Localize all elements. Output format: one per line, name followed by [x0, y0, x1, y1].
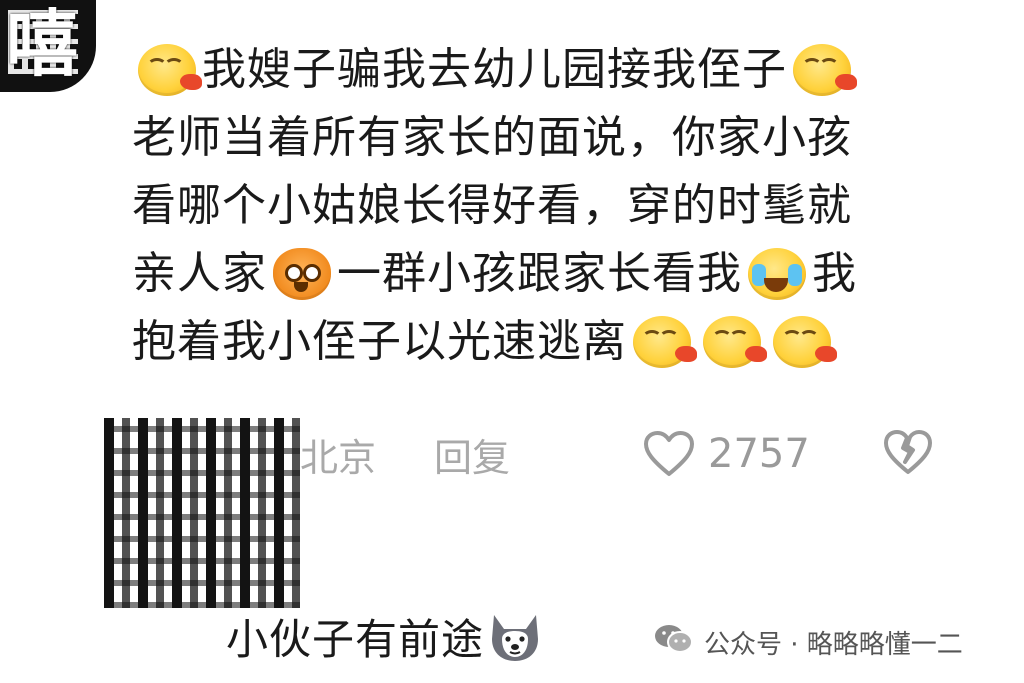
- comment-text: 我嫂子骗我去幼儿园接我侄子: [202, 44, 787, 95]
- laugh-tongue-icon: [703, 316, 767, 368]
- reply-text: 小伙子有前途: [226, 614, 485, 664]
- heart-outline-icon[interactable]: [642, 430, 696, 478]
- comment-line-1: 我嫂子骗我去幼儿园接我侄子: [132, 36, 962, 104]
- comment-text: 老师当着所有家长的面说，你家小孩: [132, 112, 852, 163]
- broken-heart-icon[interactable]: [882, 428, 934, 480]
- like-button[interactable]: 2757: [642, 422, 810, 486]
- reply-button[interactable]: 回复: [434, 427, 510, 482]
- comment-body: 我嫂子骗我去幼儿园接我侄子 老师当着所有家长的面说，你家小孩 看哪个小姑娘长得好…: [132, 36, 962, 376]
- censored-avatar-top: 嘻: [0, 0, 96, 92]
- censored-avatar-reply: [104, 418, 300, 608]
- comment-meta-row: 北京 回复 2757: [300, 422, 960, 486]
- laugh-tongue-icon: [773, 316, 837, 368]
- comment-text: 抱着我小侄子以光速逃离: [132, 316, 627, 367]
- comment-text: 我: [812, 248, 857, 299]
- screenshot-page: 嘻 我嫂子骗我去幼儿园接我侄子 老师当着所有家长的面说，你家小孩 看哪个小姑娘长…: [0, 0, 1024, 683]
- comment-line-4: 亲人家 一群小孩跟家长看我 我: [132, 240, 962, 308]
- comment-line-3: 看哪个小姑娘长得好看，穿的时髦就: [132, 172, 962, 240]
- watermark-text: 公众号 · 略略略懂一二: [704, 629, 963, 660]
- wechat-icon: [654, 623, 694, 662]
- comment-text: 一群小孩跟家长看我: [337, 248, 742, 299]
- like-count: 2757: [708, 431, 810, 477]
- laugh-tongue-icon: [793, 44, 857, 96]
- comment-text: 亲人家: [132, 248, 267, 299]
- comment-line-2: 老师当着所有家长的面说，你家小孩: [132, 104, 962, 172]
- husky-dog-face-icon: [488, 609, 542, 663]
- laugh-tongue-icon: [138, 44, 202, 96]
- bear-face-icon: [273, 248, 331, 300]
- location-label: 北京: [300, 435, 377, 480]
- comment-text: 看哪个小姑娘长得好看，穿的时髦就: [132, 180, 852, 231]
- laugh-tongue-icon: [633, 316, 697, 368]
- wechat-watermark: 公众号 · 略略略懂一二: [654, 622, 963, 662]
- cry-laugh-icon: [748, 248, 806, 300]
- reply-comment: 小伙子有前途: [226, 604, 542, 668]
- comment-line-5: 抱着我小侄子以光速逃离: [132, 308, 962, 376]
